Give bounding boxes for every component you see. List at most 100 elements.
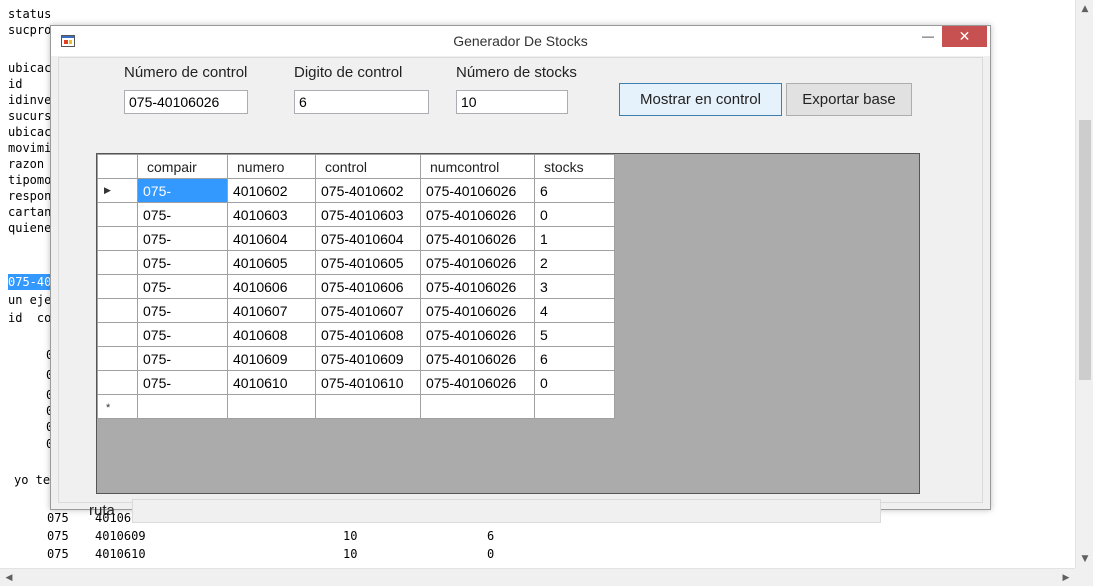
grid-cell[interactable]: 6 — [534, 346, 615, 371]
vertical-scroll-thumb[interactable] — [1079, 120, 1091, 380]
editor-line: ubicac — [8, 125, 52, 139]
table-row[interactable]: 075- 4010607 075-4010607 075-40106026 4 — [97, 298, 615, 323]
grid-cell[interactable]: 075-40106026 — [420, 298, 535, 323]
grid-cell[interactable]: 075-4010609 — [315, 346, 421, 371]
grid-cell[interactable]: 075-4010610 — [315, 370, 421, 395]
grid-cell[interactable]: 075-40106026 — [420, 250, 535, 275]
vertical-scrollbar[interactable]: ▲ ▼ — [1075, 0, 1093, 568]
grid-cell[interactable]: 075-4010602 — [315, 178, 421, 203]
grid-cell[interactable]: 5 — [534, 322, 615, 347]
grid-cell[interactable]: 4010608 — [227, 322, 316, 347]
title-bar[interactable]: Generador De Stocks — ☐ ✕ — [51, 26, 990, 56]
grid-cell[interactable]: 075- — [137, 298, 228, 323]
grid-cell[interactable]: 6 — [534, 178, 615, 203]
grid-cell[interactable]: 075- — [137, 346, 228, 371]
editor-cell: 10 — [343, 547, 358, 561]
grid-cell[interactable]: 075-40106026 — [420, 346, 535, 371]
grid-cell[interactable]: 4010610 — [227, 370, 316, 395]
generador-window: Generador De Stocks — ☐ ✕ Número de cont… — [50, 25, 991, 523]
scroll-left-icon[interactable]: ◀ — [0, 569, 18, 587]
grid-cell[interactable]: 2 — [534, 250, 615, 275]
grid-cell[interactable]: 075-40106026 — [420, 370, 535, 395]
scroll-down-icon[interactable]: ▼ — [1076, 550, 1093, 568]
digito-control-input[interactable] — [294, 90, 429, 114]
grid-cell[interactable]: 4010602 — [227, 178, 316, 203]
grid-cell[interactable]: 075- — [137, 322, 228, 347]
grid-cell[interactable]: 075-40106026 — [420, 274, 535, 299]
grid-cell[interactable]: 0 — [534, 202, 615, 227]
grid-cell[interactable]: 4010609 — [227, 346, 316, 371]
row-header[interactable] — [97, 298, 138, 323]
data-grid[interactable]: compair numero control numcontrol stocks ▶ 07… — [96, 153, 920, 494]
table-row[interactable]: 075- 4010609 075-4010609 075-40106026 6 — [97, 346, 615, 371]
grid-column-header[interactable]: control — [315, 154, 421, 179]
table-row[interactable]: 075- 4010610 075-4010610 075-40106026 0 — [97, 370, 615, 395]
editor-line: cartan — [8, 205, 52, 219]
grid-cell[interactable]: 0 — [534, 370, 615, 395]
row-header[interactable]: * — [97, 394, 138, 419]
scroll-right-icon[interactable]: ▶ — [1057, 569, 1075, 587]
grid-cell[interactable]: 3 — [534, 274, 615, 299]
scrollbar-corner — [1075, 568, 1093, 586]
new-row[interactable]: * — [97, 394, 615, 419]
editor-line: razon — [8, 157, 45, 171]
grid-cell[interactable] — [227, 394, 316, 419]
grid-cell[interactable]: 075-4010604 — [315, 226, 421, 251]
grid-column-header[interactable]: stocks — [534, 154, 615, 179]
grid-cell[interactable]: 4010606 — [227, 274, 316, 299]
row-header[interactable] — [97, 202, 138, 227]
grid-cell[interactable]: 075-4010606 — [315, 274, 421, 299]
grid-cell[interactable]: 075-40106026 — [420, 202, 535, 227]
grid-cell[interactable] — [420, 394, 535, 419]
grid-cell[interactable]: 4010607 — [227, 298, 316, 323]
grid-cell[interactable]: 1 — [534, 226, 615, 251]
grid-cell[interactable]: 075-4010603 — [315, 202, 421, 227]
grid-cell[interactable]: 075- — [137, 250, 228, 275]
grid-cell[interactable]: 075-4010607 — [315, 298, 421, 323]
editor-line: sucpro — [8, 23, 52, 37]
row-header[interactable] — [97, 250, 138, 275]
exportar-base-button[interactable]: Exportar base — [786, 83, 912, 116]
grid-cell[interactable]: 4010604 — [227, 226, 316, 251]
grid-cell[interactable]: 075-4010605 — [315, 250, 421, 275]
grid-cell[interactable] — [534, 394, 615, 419]
grid-corner-header[interactable] — [97, 154, 138, 179]
grid-cell[interactable]: 075-4010608 — [315, 322, 421, 347]
grid-cell[interactable]: 4010605 — [227, 250, 316, 275]
horizontal-scrollbar[interactable]: ◀ ▶ — [0, 568, 1075, 586]
close-icon[interactable]: ✕ — [942, 26, 987, 47]
table-row[interactable]: 075- 4010608 075-4010608 075-40106026 5 — [97, 322, 615, 347]
table-row[interactable]: 075- 4010606 075-4010606 075-40106026 3 — [97, 274, 615, 299]
grid-cell[interactable] — [315, 394, 421, 419]
numero-stocks-input[interactable] — [456, 90, 568, 114]
grid-cell[interactable]: 075- — [137, 226, 228, 251]
row-header[interactable] — [97, 226, 138, 251]
grid-cell[interactable]: 075-40106026 — [420, 226, 535, 251]
grid-cell[interactable]: 075-40106026 — [420, 322, 535, 347]
minimize-icon[interactable]: — — [915, 26, 941, 47]
row-header[interactable] — [97, 370, 138, 395]
table-row[interactable]: 075- 4010603 075-4010603 075-40106026 0 — [97, 202, 615, 227]
grid-cell[interactable]: 075- — [137, 370, 228, 395]
row-header[interactable] — [97, 322, 138, 347]
row-header[interactable] — [97, 346, 138, 371]
grid-cell[interactable]: 075-40106026 — [420, 178, 535, 203]
row-header[interactable] — [97, 274, 138, 299]
table-row[interactable]: 075- 4010604 075-4010604 075-40106026 1 — [97, 226, 615, 251]
grid-cell[interactable]: 075- — [137, 202, 228, 227]
grid-cell[interactable]: 4 — [534, 298, 615, 323]
grid-cell[interactable]: 075- — [137, 178, 228, 203]
grid-column-header[interactable]: numcontrol — [420, 154, 535, 179]
grid-cell[interactable]: 4010603 — [227, 202, 316, 227]
table-row[interactable]: ▶ 075- 4010602 075-4010602 075-40106026 6 — [97, 178, 615, 203]
grid-cell[interactable]: 075- — [137, 274, 228, 299]
mostrar-en-control-button[interactable]: Mostrar en control — [619, 83, 782, 116]
ruta-field[interactable] — [132, 499, 881, 523]
grid-cell[interactable] — [137, 394, 228, 419]
table-row[interactable]: 075- 4010605 075-4010605 075-40106026 2 — [97, 250, 615, 275]
grid-column-header[interactable]: numero — [227, 154, 316, 179]
scroll-up-icon[interactable]: ▲ — [1076, 0, 1093, 18]
row-header[interactable]: ▶ — [97, 178, 138, 203]
numero-control-input[interactable] — [124, 90, 248, 114]
grid-column-header[interactable]: compair — [137, 154, 228, 179]
